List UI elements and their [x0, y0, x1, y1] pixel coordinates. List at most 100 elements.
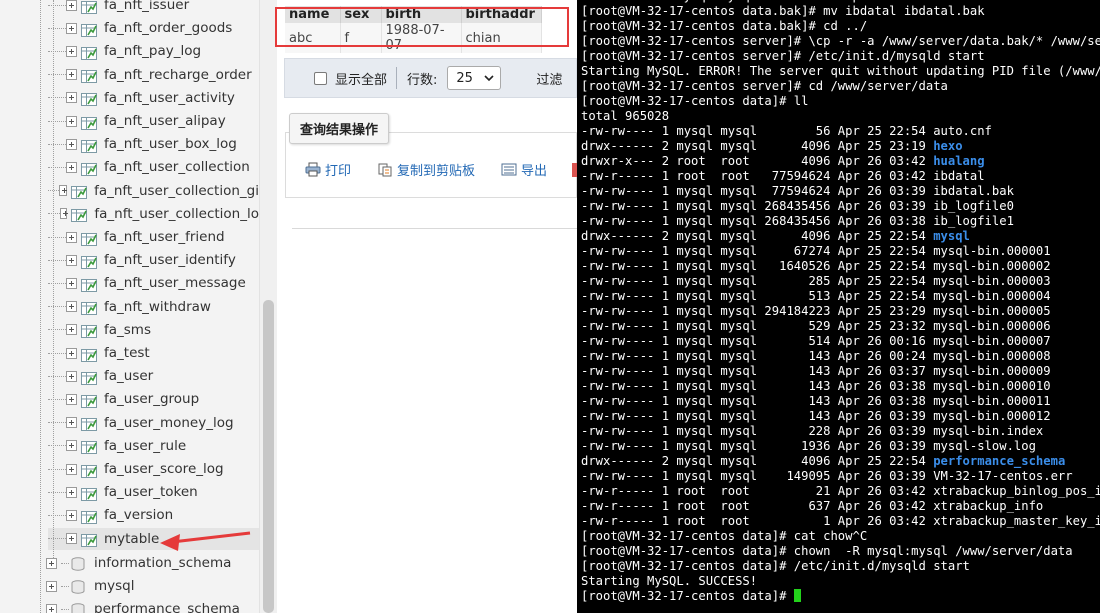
table-row[interactable]: abc f 1988-07-07 chian: [285, 23, 542, 53]
cell-sex[interactable]: f: [340, 23, 382, 53]
terminal-line: Starting MySQL. SUCCESS!: [581, 574, 1100, 589]
table-icon: [81, 138, 97, 153]
ssh-terminal[interactable]: -rw-rw---- 1 mysql mysql 149095 Apr 26 0…: [577, 0, 1100, 613]
expand-icon[interactable]: [66, 463, 77, 475]
column-header-birthaddr[interactable]: birthaddr: [461, 6, 542, 23]
terminal-line: -rw-rw---- 1 mysql mysql 294184223 Apr 2…: [581, 304, 1100, 319]
tree-database-performance-schema[interactable]: performance_schema: [46, 598, 240, 613]
tree-connector: [48, 491, 66, 493]
tree-table-fa-nft-user-friend[interactable]: fa_nft_user_friend: [48, 226, 259, 248]
tree-table-label: fa_nft_user_activity: [104, 89, 235, 106]
terminal-line-text: -rw-rw---- 1 mysql mysql 143 Apr 26 00:2…: [581, 349, 1051, 363]
table-icon: [81, 370, 97, 385]
tree-table-fa-nft-pay-log[interactable]: fa_nft_pay_log: [48, 40, 259, 62]
tree-table-label: fa_nft_pay_log: [104, 43, 202, 60]
terminal-line-text: Starting MySQL. ERROR! The server quit w…: [581, 64, 1100, 78]
tree-table-fa-user-group[interactable]: fa_user_group: [48, 388, 259, 410]
table-icon: [81, 254, 97, 269]
expand-icon[interactable]: [66, 347, 77, 359]
result-nav-bar: 显示全部 行数: 25 过滤: [284, 58, 577, 98]
tree-table-fa-nft-order-goods[interactable]: fa_nft_order_goods: [48, 17, 259, 39]
expand-icon[interactable]: [66, 417, 77, 429]
tree-table-fa-nft-user-activity[interactable]: fa_nft_user_activity: [48, 87, 259, 109]
expand-icon[interactable]: [59, 208, 68, 220]
tree-table-fa-nft-withdraw[interactable]: fa_nft_withdraw: [48, 296, 259, 318]
terminal-line: -rw-r----- 1 root root 77594624 Apr 26 0…: [581, 169, 1100, 184]
tree-connector: [48, 166, 66, 168]
expand-icon[interactable]: [66, 509, 77, 521]
tree-table-fa-user-score-log[interactable]: fa_user_score_log: [48, 458, 259, 480]
tree-table-fa-nft-user-box-log[interactable]: fa_nft_user_box_log: [48, 133, 259, 155]
terminal-line-prefix: drwx------ 2 mysql mysql 4096 Apr 25 22:…: [581, 229, 934, 243]
tree-table-fa-nft-user-message[interactable]: fa_nft_user_message: [48, 272, 259, 294]
expand-icon[interactable]: [66, 45, 77, 57]
expand-icon[interactable]: [66, 254, 77, 266]
expand-icon[interactable]: [66, 231, 77, 243]
cell-birth[interactable]: 1988-07-07: [381, 23, 462, 53]
terminal-line-text: [root@VM-32-17-centos data]# ll: [581, 94, 809, 108]
tree-table-fa-user-rule[interactable]: fa_user_rule: [48, 435, 259, 457]
terminal-line: -rw-rw---- 1 mysql mysql 143 Apr 26 03:3…: [581, 409, 1100, 424]
expand-icon[interactable]: [66, 533, 77, 545]
column-header-birth[interactable]: birth: [381, 6, 462, 23]
database-icon: [71, 579, 85, 594]
terminal-line: drwxr-x--- 2 root root 4096 Apr 26 03:42…: [581, 154, 1100, 169]
expand-icon[interactable]: [46, 580, 57, 592]
directory-name: hexo: [933, 139, 963, 153]
column-header-sex[interactable]: sex: [340, 6, 382, 23]
terminal-line-text: -rw-r----- 1 root root 1 Apr 26 03:42 xt…: [581, 514, 1100, 528]
expand-icon[interactable]: [66, 138, 77, 150]
expand-icon[interactable]: [66, 22, 77, 34]
print-link[interactable]: 打印: [305, 160, 351, 179]
tree-table-fa-sms[interactable]: fa_sms: [48, 319, 259, 341]
tree-database-mysql[interactable]: mysql: [46, 575, 135, 597]
expand-icon[interactable]: [66, 486, 77, 498]
expand-icon[interactable]: [66, 324, 77, 336]
tree-table-fa-user-token[interactable]: fa_user_token: [48, 481, 259, 503]
show-all-checkbox[interactable]: [314, 71, 327, 85]
expand-icon[interactable]: [46, 603, 57, 613]
tree-table-fa-nft-user-collection[interactable]: fa_nft_user_collection: [48, 156, 259, 178]
cell-name[interactable]: abc: [285, 23, 341, 53]
tree-table-fa-test[interactable]: fa_test: [48, 342, 259, 364]
tree-table-fa-nft-issuer[interactable]: fa_nft_issuer: [48, 0, 259, 16]
expand-icon[interactable]: [66, 0, 77, 11]
expand-icon[interactable]: [59, 185, 68, 197]
terminal-line: [root@VM-32-17-centos server]# cd /www/s…: [581, 79, 1100, 94]
terminal-line-text: Starting MySQL. SUCCESS!: [581, 574, 758, 588]
show-all-label[interactable]: 显示全部: [335, 69, 387, 88]
copy-to-clipboard-link[interactable]: 复制到剪贴板: [377, 160, 475, 179]
export-label: 导出: [521, 164, 548, 179]
scrollbar-thumb[interactable]: [263, 300, 274, 613]
expand-icon[interactable]: [66, 92, 77, 104]
tree-table-fa-nft-user-alipay[interactable]: fa_nft_user_alipay: [48, 110, 259, 132]
table-icon: [71, 207, 88, 223]
tree-table-fa-version[interactable]: fa_version: [48, 504, 259, 526]
expand-icon[interactable]: [66, 115, 77, 127]
tree-connector: [48, 352, 66, 354]
expand-icon[interactable]: [66, 69, 77, 81]
tree-table-fa-user-money-log[interactable]: fa_user_money_log: [48, 412, 259, 434]
expand-icon[interactable]: [66, 370, 77, 382]
tree-table-fa-nft-recharge-order[interactable]: fa_nft_recharge_order: [48, 64, 259, 86]
expand-icon[interactable]: [46, 557, 57, 569]
tree-table-fa-user[interactable]: fa_user: [48, 365, 259, 387]
terminal-line-text: -rw-rw---- 1 mysql mysql 514 Apr 26 00:1…: [581, 334, 1051, 348]
tree-scrollbar[interactable]: [259, 0, 277, 613]
rows-per-page-select[interactable]: 25: [447, 66, 502, 90]
expand-icon[interactable]: [66, 301, 77, 313]
column-header-name[interactable]: name: [285, 6, 341, 23]
expand-icon[interactable]: [66, 277, 77, 289]
expand-icon[interactable]: [66, 440, 77, 452]
terminal-line: -rw-rw---- 1 mysql mysql 514 Apr 26 00:1…: [581, 334, 1100, 349]
expand-icon[interactable]: [66, 393, 77, 405]
table-icon: [81, 486, 97, 501]
terminal-line-text: -rw-rw---- 1 mysql mysql 268435456 Apr 2…: [581, 214, 1014, 228]
tree-table-label: fa_user_money_log: [104, 414, 234, 431]
tree-table-fa-nft-user-collection-gi[interactable]: fa_nft_user_collection_gi: [48, 180, 259, 202]
tree-table-fa-nft-user-identify[interactable]: fa_nft_user_identify: [48, 249, 259, 271]
export-link[interactable]: 导出: [501, 160, 547, 179]
expand-icon[interactable]: [66, 161, 77, 173]
cell-birthaddr[interactable]: chian: [461, 23, 542, 53]
tree-table-fa-nft-user-collection-lo[interactable]: fa_nft_user_collection_lo: [48, 203, 259, 225]
